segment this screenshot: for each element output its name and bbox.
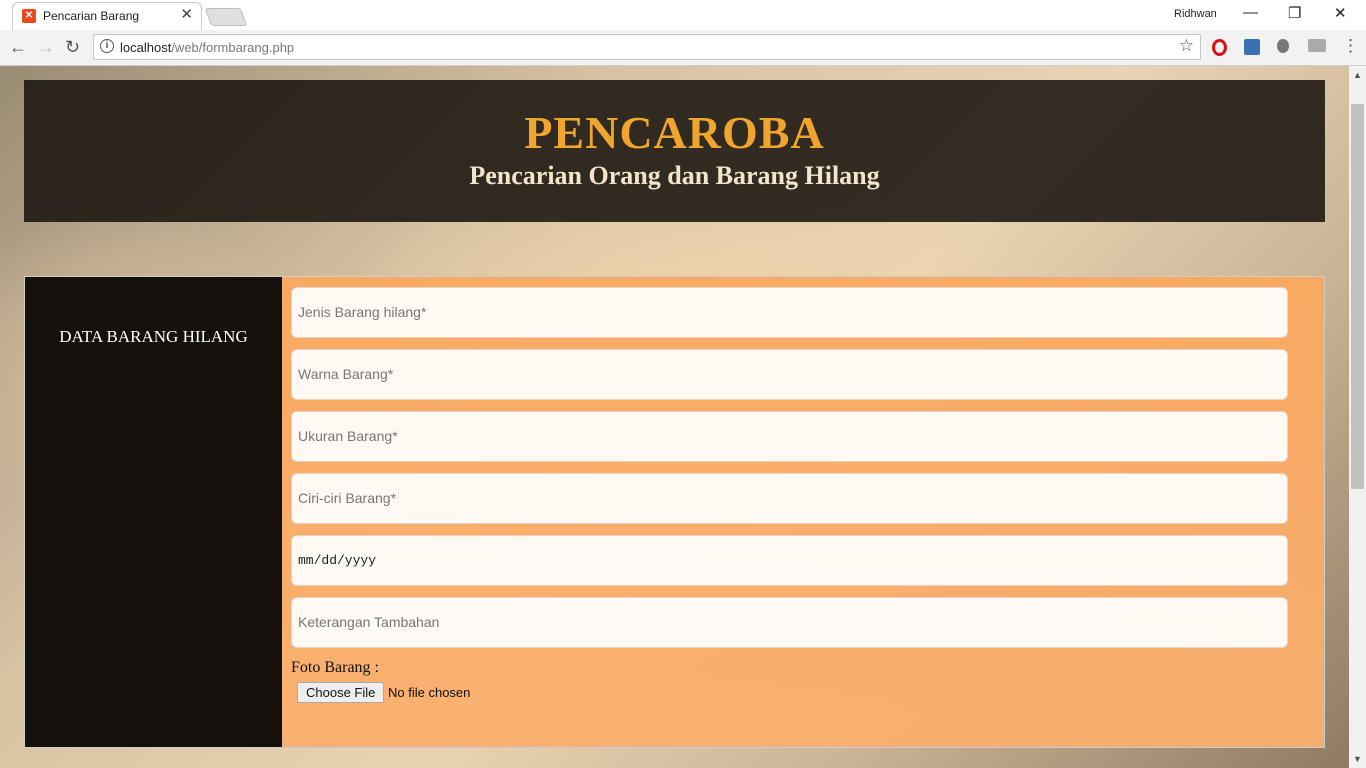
new-tab-button[interactable] <box>204 8 248 26</box>
sidebar-title: DATA BARANG HILANG <box>59 327 248 346</box>
url-text[interactable]: localhost/web/formbarang.php <box>120 40 294 55</box>
forward-icon[interactable]: → <box>37 37 55 57</box>
star-icon[interactable]: ☆ <box>1179 36 1194 56</box>
minimize-icon[interactable]: — <box>1243 4 1258 21</box>
address-bar[interactable]: i localhost/web/formbarang.php ☆ <box>93 34 1201 60</box>
extension-icon[interactable] <box>1244 39 1260 55</box>
bulb-icon[interactable] <box>1277 39 1289 53</box>
scroll-down-icon[interactable]: ▼ <box>1353 754 1362 764</box>
choose-file-button[interactable]: Choose File <box>297 682 385 703</box>
profile-name[interactable]: Ridhwan <box>1174 8 1217 20</box>
tab-title: Pencarian Barang <box>43 9 140 23</box>
opera-icon[interactable] <box>1212 39 1227 56</box>
site-subtitle: Pencarian Orang dan Barang Hilang <box>469 161 880 190</box>
browser-tab[interactable]: ✕ Pencarian Barang ✕ <box>12 2 202 30</box>
drive-icon[interactable] <box>1308 39 1326 52</box>
tab-close-icon[interactable]: ✕ <box>180 7 193 23</box>
form-container: DATA BARANG HILANG Jenis Barang hilang* … <box>24 276 1325 748</box>
form-panel: Jenis Barang hilang* Warna Barang* Ukura… <box>282 277 1324 747</box>
url-host: localhost <box>120 40 172 55</box>
window-close-icon[interactable]: ✕ <box>1334 4 1347 22</box>
jenis-barang-input[interactable]: Jenis Barang hilang* <box>291 287 1288 338</box>
info-icon[interactable]: i <box>100 39 114 53</box>
browser-toolbar: ← → ↻ i localhost/web/formbarang.php ☆ ⋮ <box>0 30 1366 66</box>
reload-icon[interactable]: ↻ <box>65 37 80 57</box>
page-viewport: PENCAROBA Pencarian Orang dan Barang Hil… <box>0 66 1349 768</box>
foto-barang-label: Foto Barang : <box>291 659 379 676</box>
back-icon[interactable]: ← <box>9 37 27 57</box>
page-scrollbar[interactable]: ▲ ▼ <box>1349 66 1366 768</box>
sidebar-panel: DATA BARANG HILANG <box>25 277 282 747</box>
tanggal-input[interactable]: mm/dd/yyyy <box>291 535 1288 586</box>
ukuran-barang-input[interactable]: Ukuran Barang* <box>291 411 1288 462</box>
warna-barang-input[interactable]: Warna Barang* <box>291 349 1288 400</box>
header-banner: PENCAROBA Pencarian Orang dan Barang Hil… <box>24 80 1325 222</box>
xampp-favicon-icon: ✕ <box>22 9 36 23</box>
scroll-thumb[interactable] <box>1351 104 1364 489</box>
file-status: No file chosen <box>388 685 471 700</box>
site-title: PENCAROBA <box>524 107 825 158</box>
restore-icon[interactable]: ❐ <box>1288 4 1301 22</box>
scroll-up-icon[interactable]: ▲ <box>1353 70 1362 80</box>
tab-bar: ✕ Pencarian Barang ✕ Ridhwan — ❐ ✕ <box>0 0 1366 30</box>
keterangan-input[interactable]: Keterangan Tambahan <box>291 597 1288 648</box>
url-path: /web/formbarang.php <box>171 40 295 55</box>
menu-icon[interactable]: ⋮ <box>1342 36 1359 56</box>
ciri-barang-input[interactable]: Ciri-ciri Barang* <box>291 473 1288 524</box>
